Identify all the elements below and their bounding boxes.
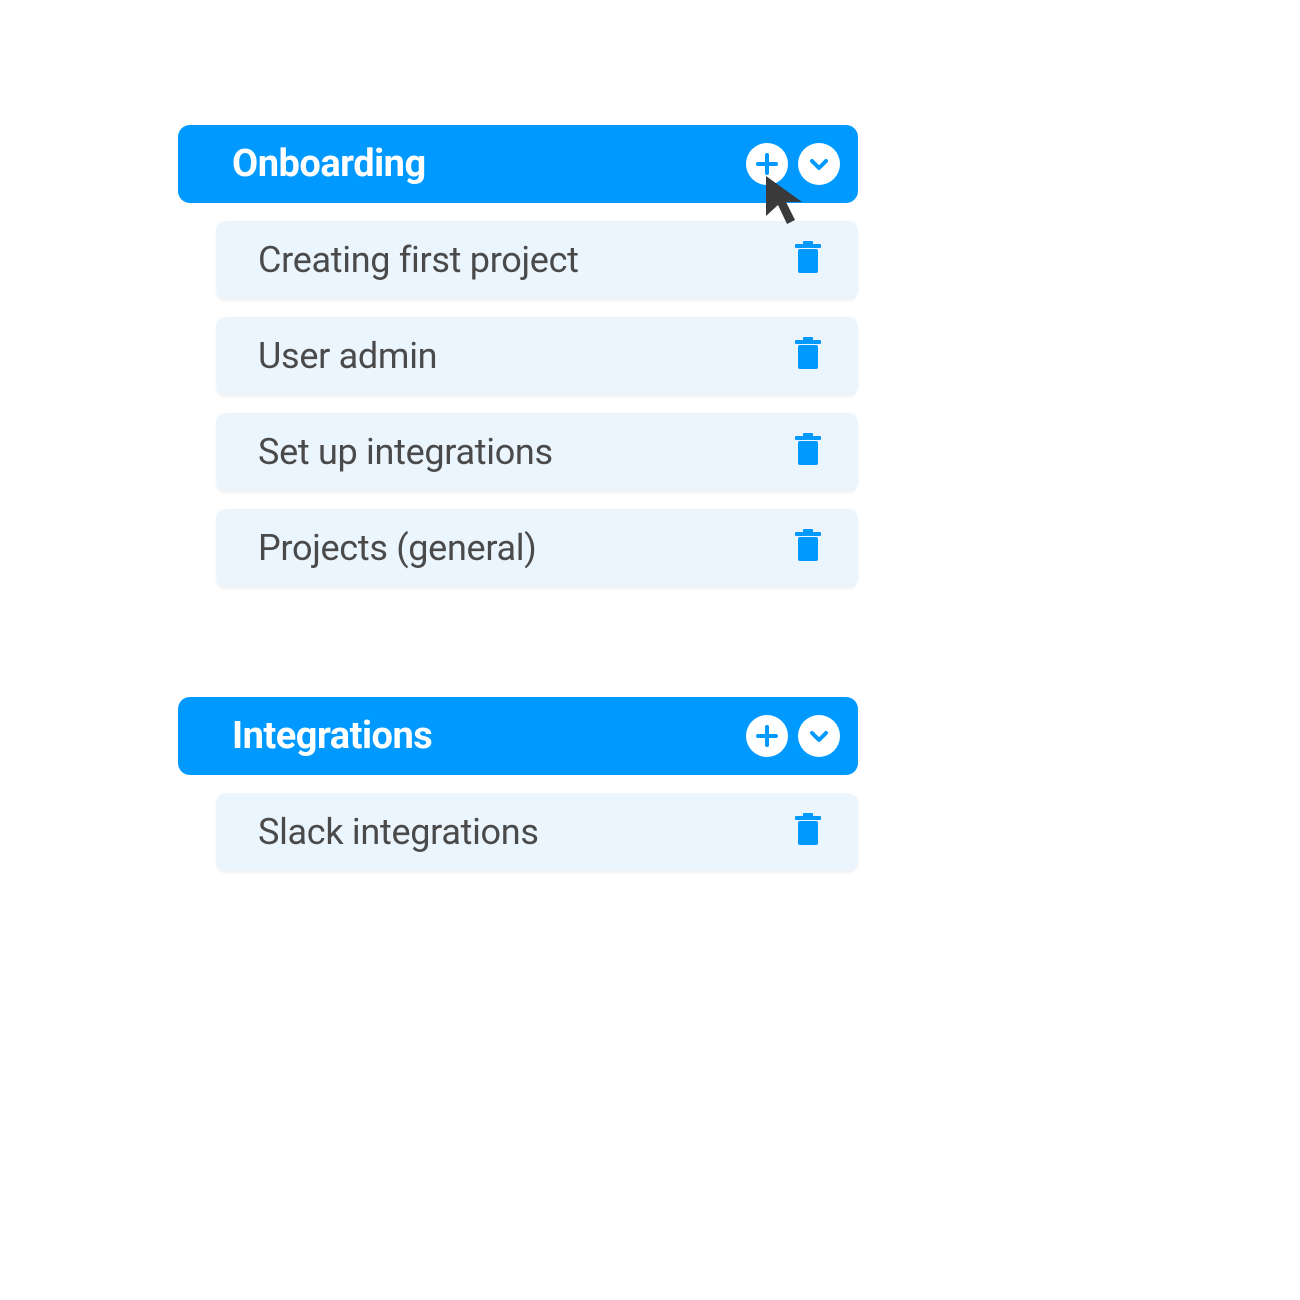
section-title: Onboarding <box>232 142 426 186</box>
collapse-button[interactable] <box>798 143 840 185</box>
delete-button[interactable] <box>794 529 822 567</box>
section-items: Creating first project User admin Set up… <box>178 221 858 587</box>
item-label: Slack integrations <box>258 811 539 853</box>
add-button[interactable] <box>746 715 788 757</box>
item-label: Projects (general) <box>258 527 537 569</box>
trash-icon <box>794 337 822 375</box>
chevron-down-icon <box>807 152 831 176</box>
delete-button[interactable] <box>794 813 822 851</box>
trash-icon <box>794 241 822 279</box>
chevron-down-icon <box>807 724 831 748</box>
trash-icon <box>794 813 822 851</box>
delete-button[interactable] <box>794 337 822 375</box>
section-integrations: Integrations Slack integrations <box>178 697 858 871</box>
item-label: Set up integrations <box>258 431 553 473</box>
list-item[interactable]: User admin <box>216 317 858 395</box>
item-label: User admin <box>258 335 437 377</box>
delete-button[interactable] <box>794 241 822 279</box>
header-actions <box>746 715 840 757</box>
delete-button[interactable] <box>794 433 822 471</box>
plus-icon <box>755 724 779 748</box>
item-label: Creating first project <box>258 239 579 281</box>
section-header[interactable]: Onboarding <box>178 125 858 203</box>
collapse-button[interactable] <box>798 715 840 757</box>
category-list: Onboarding Creating first project <box>178 125 858 981</box>
list-item[interactable]: Slack integrations <box>216 793 858 871</box>
list-item[interactable]: Set up integrations <box>216 413 858 491</box>
section-title: Integrations <box>232 714 432 758</box>
trash-icon <box>794 433 822 471</box>
list-item[interactable]: Creating first project <box>216 221 858 299</box>
section-items: Slack integrations <box>178 793 858 871</box>
section-header[interactable]: Integrations <box>178 697 858 775</box>
list-item[interactable]: Projects (general) <box>216 509 858 587</box>
add-button[interactable] <box>746 143 788 185</box>
section-onboarding: Onboarding Creating first project <box>178 125 858 587</box>
plus-icon <box>755 152 779 176</box>
trash-icon <box>794 529 822 567</box>
header-actions <box>746 143 840 185</box>
